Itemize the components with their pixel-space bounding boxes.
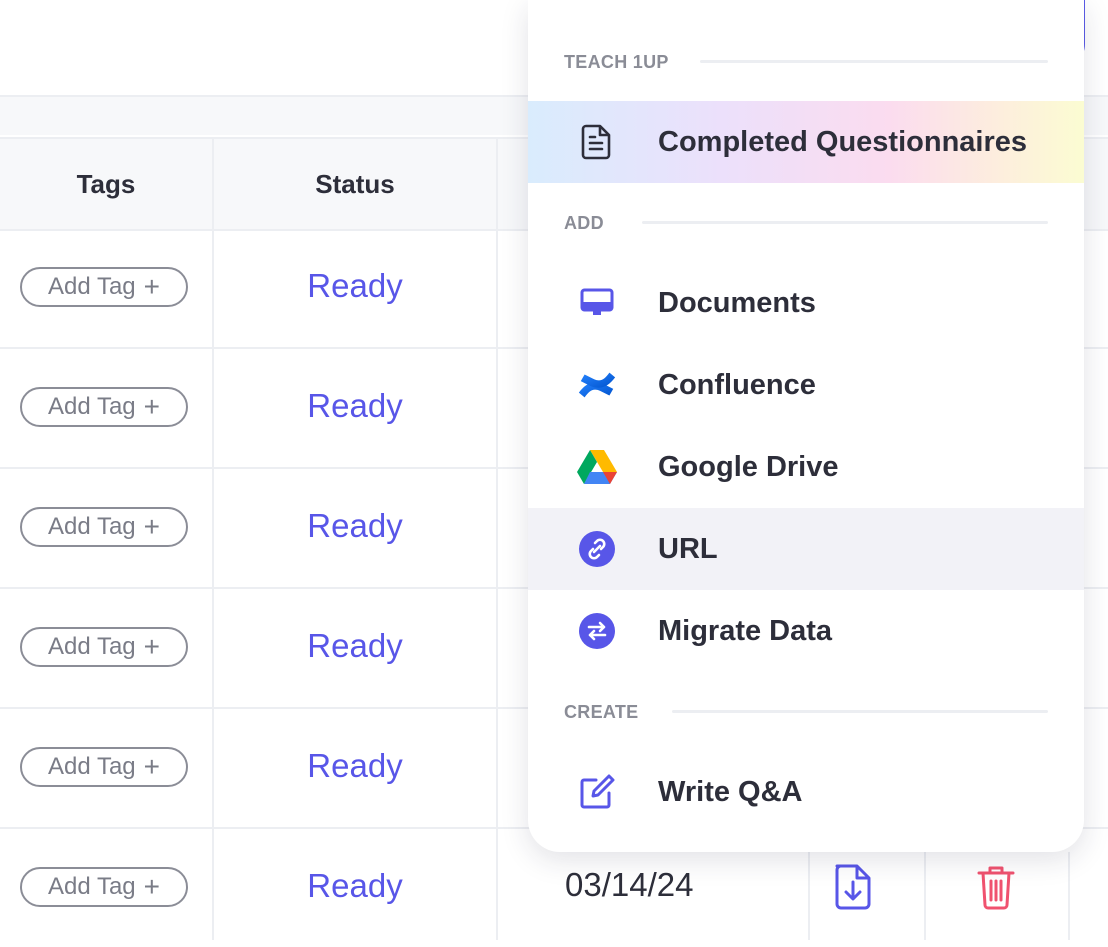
column-header-tags[interactable]: Tags xyxy=(0,139,212,229)
section-heading-create: CREATE xyxy=(564,702,639,722)
add-tag-button[interactable]: Add Tag + xyxy=(20,747,188,787)
swap-icon xyxy=(576,610,618,652)
trash-icon[interactable] xyxy=(976,864,1016,910)
add-tag-label: Add Tag xyxy=(48,273,136,300)
menu-item-url[interactable]: URL xyxy=(528,508,1084,590)
menu-item-label: Migrate Data xyxy=(658,614,833,647)
menu-item-label: Confluence xyxy=(658,368,816,401)
menu-item-documents[interactable]: Documents xyxy=(528,262,1084,344)
menu-item-google-drive[interactable]: Google Drive xyxy=(528,426,1084,508)
menu-item-label: Write Q&A xyxy=(658,775,803,808)
section-heading-add: ADD xyxy=(564,213,604,233)
section-divider xyxy=(672,710,1048,713)
download-file-icon[interactable] xyxy=(833,862,873,910)
section-heading-teach: TEACH 1UP xyxy=(564,52,669,72)
add-source-menu: TEACH 1UP Completed Questionnaires ADD D… xyxy=(528,0,1084,852)
document-icon xyxy=(576,121,618,163)
plus-icon: + xyxy=(143,751,160,782)
plus-icon: + xyxy=(143,391,160,422)
status-badge: Ready xyxy=(307,267,403,304)
menu-item-label: Documents xyxy=(658,286,816,319)
menu-item-migrate-data[interactable]: Migrate Data xyxy=(528,590,1084,672)
menu-item-write-qa[interactable]: Write Q&A xyxy=(528,751,1084,833)
add-tag-button[interactable]: Add Tag + xyxy=(20,267,188,307)
google-drive-icon xyxy=(576,446,618,488)
status-badge: Ready xyxy=(307,747,403,784)
confluence-icon xyxy=(576,364,618,406)
plus-icon: + xyxy=(143,271,160,302)
menu-item-label: Completed Questionnaires xyxy=(658,125,1028,158)
add-tag-label: Add Tag xyxy=(48,513,136,540)
row-date: 03/14/24 xyxy=(565,866,694,903)
plus-icon: + xyxy=(143,631,160,662)
menu-item-confluence[interactable]: Confluence xyxy=(528,344,1084,426)
plus-icon: + xyxy=(143,871,160,902)
section-divider xyxy=(700,60,1048,63)
add-tag-button[interactable]: Add Tag + xyxy=(20,507,188,547)
add-tag-label: Add Tag xyxy=(48,633,136,660)
section-divider xyxy=(642,221,1048,224)
edit-icon xyxy=(576,771,618,813)
menu-item-label: URL xyxy=(658,532,718,565)
add-tag-button[interactable]: Add Tag + xyxy=(20,387,188,427)
status-badge: Ready xyxy=(307,507,403,544)
menu-item-label: Google Drive xyxy=(658,450,839,483)
status-badge: Ready xyxy=(307,627,403,664)
status-badge: Ready xyxy=(307,387,403,424)
add-tag-label: Add Tag xyxy=(48,753,136,780)
column-header-status[interactable]: Status xyxy=(214,139,496,229)
add-tag-button[interactable]: Add Tag + xyxy=(20,627,188,667)
menu-item-completed-questionnaires[interactable]: Completed Questionnaires xyxy=(528,101,1084,183)
status-badge: Ready xyxy=(307,867,403,904)
plus-icon: + xyxy=(143,511,160,542)
monitor-icon xyxy=(576,282,618,324)
link-icon xyxy=(576,528,618,570)
add-tag-label: Add Tag xyxy=(48,873,136,900)
add-tag-button[interactable]: Add Tag + xyxy=(20,867,188,907)
add-tag-label: Add Tag xyxy=(48,393,136,420)
